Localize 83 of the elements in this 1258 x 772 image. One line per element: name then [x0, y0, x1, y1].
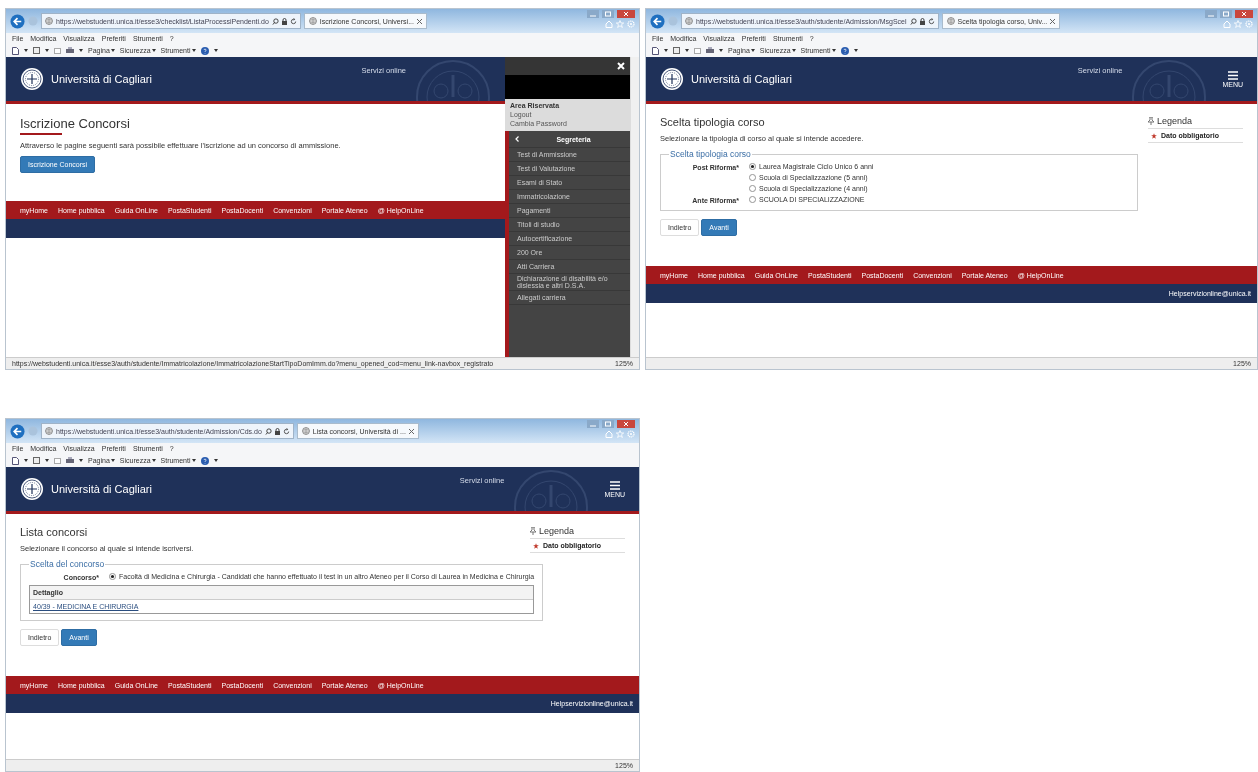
star-icon — [1151, 132, 1157, 139]
radio-button[interactable] — [749, 196, 756, 203]
tab-globe-icon — [301, 427, 310, 435]
pin-icon — [1148, 117, 1154, 125]
maximize-icon[interactable] — [1220, 10, 1232, 18]
site-title[interactable]: Università di Cagliari — [691, 73, 792, 85]
caret-icon — [853, 49, 858, 52]
caret-icon — [664, 49, 668, 52]
back-arrow-icon[interactable] — [10, 423, 25, 439]
lock-icon — [281, 17, 287, 25]
maximize-icon[interactable] — [602, 420, 614, 428]
caret-icon — [24, 459, 28, 462]
close-icon[interactable] — [417, 18, 422, 24]
star-icon[interactable] — [1234, 20, 1242, 28]
lock-icon — [274, 427, 280, 435]
radio-button[interactable] — [749, 174, 756, 181]
page-title: Scelta tipologia corso — [660, 116, 765, 128]
refresh-icon[interactable] — [289, 17, 297, 25]
star-icon[interactable] — [616, 430, 624, 438]
page-icon[interactable] — [12, 46, 19, 55]
legend-title: Legenda — [1148, 116, 1243, 129]
help-icon[interactable] — [840, 46, 849, 55]
caret-icon — [750, 49, 755, 52]
radio-button[interactable] — [109, 573, 116, 580]
caret-icon — [24, 49, 28, 52]
help-icon[interactable] — [200, 456, 209, 465]
tab-globe-icon — [308, 17, 317, 25]
printer-icon[interactable] — [706, 47, 714, 54]
refresh-icon[interactable] — [927, 17, 935, 25]
caret-icon — [151, 49, 156, 52]
menu-icon[interactable] — [609, 480, 620, 490]
star-icon — [533, 542, 539, 549]
page-icon[interactable] — [652, 46, 659, 55]
chevron-left-icon[interactable] — [515, 136, 519, 142]
caret-icon — [110, 459, 115, 462]
caret-icon — [45, 459, 49, 462]
caret-icon — [79, 49, 83, 52]
page-icon[interactable] — [12, 456, 19, 465]
menu-icon[interactable] — [1227, 70, 1238, 80]
tab-globe-icon — [946, 17, 955, 25]
search-icon[interactable] — [909, 17, 917, 25]
pin-icon — [530, 527, 536, 535]
university-seal-icon — [20, 477, 44, 501]
scrollbar[interactable] — [630, 57, 639, 357]
fieldset-legend: Scelta del concorso — [29, 559, 106, 569]
university-seal-icon — [20, 67, 44, 91]
caret-icon — [791, 49, 796, 52]
site-globe-icon — [685, 17, 693, 25]
site-title[interactable]: Università di Cagliari — [51, 483, 152, 495]
site-title[interactable]: Università di Cagliari — [51, 73, 152, 85]
back-arrow-icon[interactable] — [650, 13, 665, 29]
caret-icon — [213, 459, 218, 462]
maximize-icon[interactable] — [602, 10, 614, 18]
search-icon[interactable] — [271, 17, 279, 25]
caret-icon — [685, 49, 689, 52]
search-icon[interactable] — [264, 427, 272, 435]
help-icon[interactable] — [200, 46, 209, 55]
radio-button[interactable] — [749, 163, 756, 170]
fieldset-legend: Scelta tipologia corso — [669, 149, 752, 159]
close-icon[interactable] — [408, 428, 414, 434]
lock-icon — [919, 17, 925, 25]
caret-icon — [213, 49, 218, 52]
printer-icon[interactable] — [66, 457, 74, 464]
caret-icon — [191, 49, 196, 52]
caret-icon — [79, 459, 83, 462]
legend-title: Legenda — [530, 526, 625, 539]
radio-button[interactable] — [749, 185, 756, 192]
site-globe-icon — [45, 17, 53, 25]
printer-icon[interactable] — [66, 47, 74, 54]
caret-icon — [151, 459, 156, 462]
page-title: Lista concorsi — [20, 526, 88, 538]
caret-icon — [45, 49, 49, 52]
close-icon[interactable] — [1050, 18, 1056, 24]
page-title: Iscrizione Concorsi — [20, 116, 130, 131]
caret-icon — [719, 49, 723, 52]
university-seal-icon — [660, 67, 684, 91]
caret-icon — [191, 459, 196, 462]
site-globe-icon — [45, 427, 53, 435]
back-arrow-icon[interactable] — [10, 13, 25, 29]
caret-icon — [110, 49, 115, 52]
refresh-icon[interactable] — [282, 427, 290, 435]
star-icon[interactable] — [616, 20, 624, 28]
caret-icon — [831, 49, 836, 52]
